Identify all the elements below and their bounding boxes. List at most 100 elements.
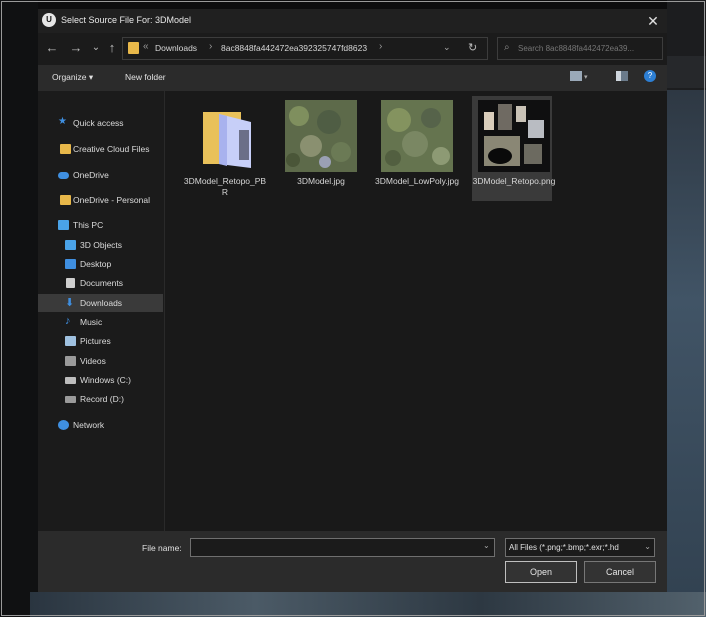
- drive-icon: [65, 396, 76, 403]
- file-type-select[interactable]: All Files (*.png;*.bmp;*.exr;*.hd ⌄: [505, 538, 655, 557]
- address-overflow[interactable]: «: [143, 41, 149, 52]
- sidebar-item-windows-c[interactable]: Windows (C:): [38, 371, 163, 389]
- sidebar-item-creative-cloud[interactable]: Creative Cloud Files: [38, 140, 163, 158]
- sidebar-item-pictures[interactable]: Pictures: [38, 332, 163, 350]
- pc-icon: [58, 220, 69, 230]
- sidebar-item-3d-objects[interactable]: 3D Objects: [38, 236, 163, 254]
- chevron-down-icon: ⌄: [644, 542, 651, 551]
- star-icon: ★: [58, 116, 67, 127]
- close-button[interactable]: ✕: [643, 11, 663, 31]
- sidebar-item-quick-access[interactable]: ★ Quick access: [38, 114, 163, 132]
- dialog-footer: File name: ⌄ All Files (*.png;*.bmp;*.ex…: [38, 531, 667, 592]
- filename-dropdown-icon[interactable]: ⌄: [483, 541, 490, 550]
- refresh-icon[interactable]: ↻: [468, 41, 477, 54]
- sidebar-item-label: Documents: [80, 278, 123, 288]
- open-button[interactable]: Open: [505, 561, 577, 583]
- address-dropdown-icon[interactable]: ⌄: [443, 42, 451, 53]
- navigation-pane: ★ Quick access Creative Cloud Files OneD…: [38, 91, 165, 531]
- network-icon: [58, 420, 69, 430]
- sidebar-item-onedrive-personal[interactable]: OneDrive - Personal: [38, 191, 163, 209]
- sidebar-item-label: Record (D:): [80, 394, 124, 404]
- document-icon: [66, 278, 75, 288]
- organize-button[interactable]: Organize ▾: [52, 72, 93, 83]
- sidebar-item-label: Network: [73, 420, 105, 430]
- sidebar-item-label: Pictures: [80, 336, 111, 346]
- file-name: 3DModel.jpg: [297, 176, 345, 186]
- sidebar-item-label: 3D Objects: [80, 240, 123, 250]
- sidebar-item-music[interactable]: ♪ Music: [38, 313, 163, 331]
- breadcrumb-separator: ›: [209, 41, 213, 52]
- sidebar-item-label: Music: [80, 317, 103, 327]
- video-icon: [65, 356, 76, 366]
- sidebar-item-onedrive[interactable]: OneDrive: [38, 166, 163, 184]
- view-dropdown-icon[interactable]: ▾: [584, 73, 588, 81]
- sidebar-item-desktop[interactable]: Desktop: [38, 255, 163, 273]
- sidebar-item-label: Creative Cloud Files: [73, 144, 150, 154]
- file-item-image-selected[interactable]: 3DModel_Retopo.png: [472, 96, 555, 201]
- search-placeholder: Search 8ac8848fa442472ea39...: [518, 44, 635, 53]
- download-icon: ⬇: [65, 297, 75, 309]
- file-item-image[interactable]: 3DModel_LowPoly.jpg: [375, 96, 459, 201]
- preview-pane-icon[interactable]: [616, 71, 628, 81]
- help-icon[interactable]: ?: [644, 70, 656, 82]
- sidebar-item-label: Downloads: [80, 298, 123, 308]
- view-options-icon[interactable]: [570, 71, 582, 81]
- search-icon: ⌕: [504, 42, 510, 53]
- background-app-bottom: [30, 592, 706, 617]
- file-list: 3DModel_Retopo_PBR 3DModel.jpg 3DModel_L…: [165, 91, 667, 531]
- file-name: 3DModel_Retopo_PBR: [183, 176, 267, 197]
- search-input[interactable]: ⌕ Search 8ac8848fa442472ea39...: [497, 37, 663, 60]
- dialog-title: Select Source File For: 3DModel: [61, 15, 192, 25]
- sidebar-item-record-d[interactable]: Record (D:): [38, 390, 163, 408]
- texture-thumbnail: [478, 100, 550, 172]
- sidebar-item-label: OneDrive - Personal: [73, 195, 151, 205]
- address-row: ← → ⌄ ↑ « Downloads › 8ac8848fa442472ea3…: [38, 35, 667, 63]
- new-folder-button[interactable]: New folder: [125, 72, 166, 82]
- up-arrow-icon[interactable]: ↑: [104, 40, 120, 56]
- drive-icon: [65, 377, 76, 384]
- breadcrumb-separator: ›: [379, 41, 383, 52]
- sidebar-item-this-pc[interactable]: This PC: [38, 216, 163, 234]
- music-icon: ♪: [65, 315, 71, 327]
- texture-thumbnail: [285, 100, 357, 172]
- breadcrumb-downloads[interactable]: Downloads: [155, 43, 197, 53]
- desktop-icon: [65, 259, 76, 269]
- file-item-image[interactable]: 3DModel.jpg: [279, 96, 359, 201]
- sidebar-item-label: Desktop: [80, 259, 112, 269]
- cc-folder-icon: [60, 144, 71, 154]
- file-type-value: All Files (*.png;*.bmp;*.exr;*.hd: [509, 543, 619, 552]
- sidebar-item-documents[interactable]: Documents: [38, 274, 163, 292]
- command-bar: Organize ▾ New folder ▾ ?: [38, 65, 667, 91]
- background-app-right: [667, 0, 706, 617]
- sidebar-item-videos[interactable]: Videos: [38, 352, 163, 370]
- sidebar-item-label: Quick access: [73, 118, 124, 128]
- pictures-icon: [65, 336, 76, 346]
- filename-input[interactable]: [190, 538, 495, 557]
- folder-icon: [128, 42, 139, 54]
- sidebar-item-label: This PC: [73, 220, 104, 230]
- title-bar: U Select Source File For: 3DModel ✕: [38, 9, 667, 33]
- back-arrow-icon[interactable]: ←: [44, 40, 60, 56]
- cancel-button[interactable]: Cancel: [584, 561, 656, 583]
- filename-label: File name:: [142, 543, 182, 553]
- sidebar-item-label: OneDrive: [73, 170, 109, 180]
- folder-icon: [203, 112, 251, 168]
- file-name: 3DModel_Retopo.png: [472, 176, 556, 186]
- sidebar-item-network[interactable]: Network: [38, 416, 163, 434]
- recent-locations-icon[interactable]: ⌄: [88, 40, 104, 56]
- folder-icon: [60, 195, 71, 205]
- cube-icon: [65, 240, 76, 250]
- address-bar[interactable]: « Downloads › 8ac8848fa442472ea392325747…: [122, 37, 488, 60]
- texture-thumbnail: [381, 100, 453, 172]
- sidebar-item-label: Videos: [80, 356, 106, 366]
- file-open-dialog: U Select Source File For: 3DModel ✕ ← → …: [38, 9, 667, 592]
- file-name: 3DModel_LowPoly.jpg: [375, 176, 459, 186]
- file-item-folder[interactable]: 3DModel_Retopo_PBR: [183, 96, 266, 201]
- sidebar-item-label: Windows (C:): [80, 375, 132, 385]
- breadcrumb-folder[interactable]: 8ac8848fa442472ea392325747fd8623: [221, 43, 367, 53]
- sidebar-item-downloads[interactable]: ⬇ Downloads: [38, 294, 163, 312]
- background-app-toolbar: [667, 56, 706, 88]
- forward-arrow-icon[interactable]: →: [68, 40, 84, 56]
- cloud-icon: [58, 172, 69, 179]
- background-app-left: [0, 0, 38, 617]
